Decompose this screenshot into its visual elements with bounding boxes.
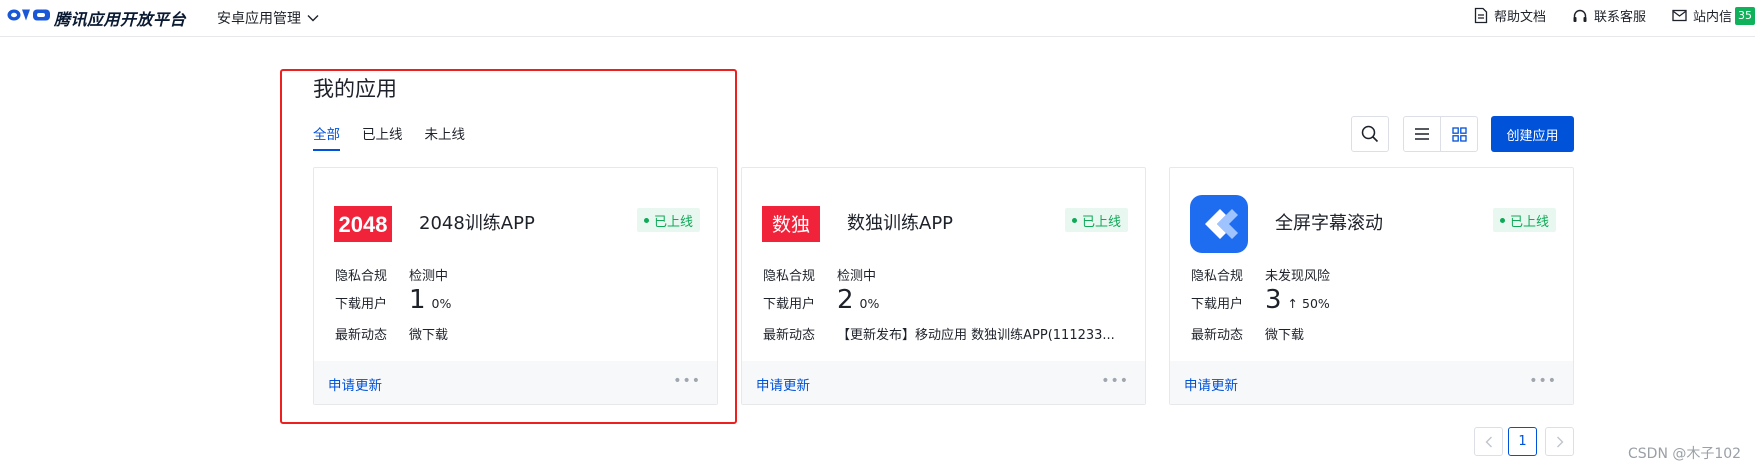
privacy-row: 隐私合规 检测中 [335,265,448,284]
mail-icon [1672,9,1687,22]
activity-row: 最新动态 微下载 [335,324,448,343]
downloads-change: ↑ 50% [1287,296,1330,311]
inbox-label: 站内信 [1692,10,1732,25]
app-name[interactable]: 数独训练APP [847,209,953,235]
help-docs-link[interactable]: 帮助文档 [1474,6,1546,25]
tab-all[interactable]: 全部 [313,123,340,151]
top-right-links: 帮助文档 联系客服 站内信 35 [1474,6,1755,25]
ellipsis-icon[interactable]: ••• [1529,373,1557,389]
privacy-value: 检测中 [409,269,449,284]
prev-page-button[interactable] [1474,427,1503,456]
next-page-button[interactable] [1545,427,1574,456]
privacy-label: 隐私合规 [1191,269,1244,284]
apply-update-link[interactable]: 申请更新 [756,374,810,394]
activity-label: 最新动态 [1191,328,1244,343]
status-badge: 已上线 [636,208,700,232]
card-footer: 申请更新 ••• [1170,361,1573,404]
list-view-button[interactable] [1403,116,1441,152]
card-footer: 申请更新 ••• [314,361,717,404]
downloads-change: 0% [859,296,880,311]
inbox-link[interactable]: 站内信 35 [1672,6,1755,25]
app-name[interactable]: 全屏字幕滚动 [1275,209,1383,235]
card-footer: 申请更新 ••• [742,361,1145,404]
inbox-count-badge: 35 [1735,6,1755,25]
top-bar: 腾讯应用开放平台 安卓应用管理 帮助文档 联系客服 站内信 35 [0,0,1755,37]
create-app-button[interactable]: 创建应用 [1491,116,1574,152]
downloads-count: 3 [1265,285,1282,315]
chevron-right-icon [1556,436,1563,447]
app-manage-dropdown[interactable]: 安卓应用管理 [217,8,319,28]
list-icon [1415,128,1429,140]
brand-name: 腾讯应用开放平台 [54,10,187,29]
chevron-left-icon [1485,436,1492,447]
downloads-change: 0% [431,296,452,311]
privacy-label: 隐私合规 [763,269,816,284]
activity-label: 最新动态 [335,328,388,343]
watermark: CSDN @木子102 [1628,446,1742,462]
activity-row: 最新动态 微下载 [1191,324,1304,343]
app-card[interactable]: 2048 2048训练APP 已上线 隐私合规 检测中 下载用户 1 0% 最新… [313,167,718,405]
privacy-row: 隐私合规 检测中 [763,265,876,284]
status-label: 已上线 [1081,214,1121,230]
app-logo: 2048 [334,195,392,253]
contact-service-link[interactable]: 联系客服 [1572,6,1646,25]
grid-icon [1451,126,1467,142]
downloads-label: 下载用户 [335,297,388,312]
tab-online[interactable]: 已上线 [362,123,403,151]
app-card[interactable]: 全屏字幕滚动 已上线 隐私合规 未发现风险 下载用户 3 ↑ 50% 最新动态 … [1169,167,1574,405]
activity-row: 最新动态 【更新发布】移动应用 数独训练APP(111233... [763,324,1115,343]
privacy-value: 检测中 [837,269,877,284]
chevron-down-icon [307,14,319,22]
contact-service-label: 联系客服 [1593,10,1646,25]
help-docs-label: 帮助文档 [1493,10,1546,25]
page-number-button[interactable]: 1 [1508,427,1537,456]
headset-icon [1573,9,1587,22]
status-badge: 已上线 [1064,208,1128,232]
app-logo: 数独 [762,195,820,253]
downloads-row: 下载用户 1 0% [335,286,451,314]
document-icon [1474,7,1488,24]
brand-logo-icon [7,9,50,21]
ellipsis-icon[interactable]: ••• [1101,373,1129,389]
privacy-row: 隐私合规 未发现风险 [1191,265,1330,284]
downloads-count: 1 [409,285,426,315]
apply-update-link[interactable]: 申请更新 [1184,374,1238,394]
app-manage-label: 安卓应用管理 [217,11,301,27]
status-badge: 已上线 [1492,208,1556,232]
ellipsis-icon[interactable]: ••• [673,373,701,389]
app-name[interactable]: 2048训练APP [419,209,535,235]
downloads-row: 下载用户 2 0% [763,286,879,314]
activity-value: 【更新发布】移动应用 数独训练APP(111233... [837,328,1115,343]
privacy-label: 隐私合规 [335,269,388,284]
downloads-label: 下载用户 [763,297,816,312]
activity-value: 微下载 [1265,328,1305,343]
app-filter-tabs: 全部 已上线 未上线 [313,123,487,151]
app-logo-text: 2048 [339,212,388,237]
app-logo-text: 数独 [772,214,810,236]
grid-view-button[interactable] [1440,116,1478,152]
downloads-count: 2 [837,285,854,315]
brand-logo[interactable] [7,8,53,22]
activity-value: 微下载 [409,328,449,343]
page-title: 我的应用 [313,77,397,101]
app-card[interactable]: 数独 数独训练APP 已上线 隐私合规 检测中 下载用户 2 0% 最新动态 【… [741,167,1146,405]
status-label: 已上线 [653,214,693,230]
double-chevron-icon [1190,195,1248,253]
status-label: 已上线 [1509,214,1549,230]
search-icon [1361,125,1379,143]
tab-offline[interactable]: 未上线 [425,123,466,151]
downloads-row: 下载用户 3 ↑ 50% [1191,286,1330,314]
apply-update-link[interactable]: 申请更新 [328,374,382,394]
activity-label: 最新动态 [763,328,816,343]
downloads-label: 下载用户 [1191,297,1244,312]
privacy-value: 未发现风险 [1265,269,1331,284]
search-button[interactable] [1351,116,1389,152]
